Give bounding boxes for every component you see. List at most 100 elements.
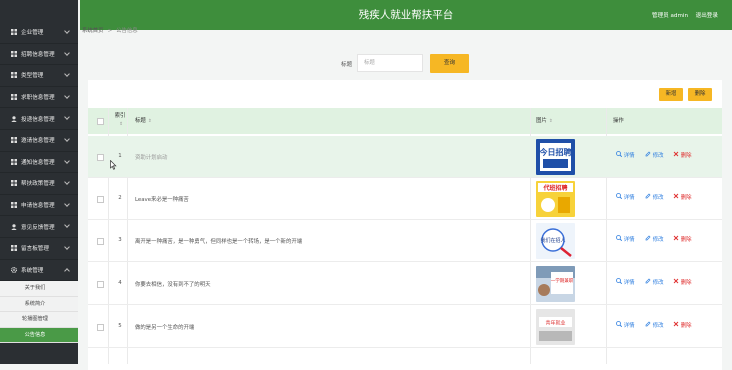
close-icon — [673, 151, 679, 157]
delete-button[interactable]: 删除 — [688, 88, 712, 101]
table-row[interactable]: 1 资助计划启动 详情 修改 删除 — [88, 136, 722, 178]
detail-button[interactable]: 详情 — [616, 321, 635, 329]
sidebar-item-policy[interactable]: 帮扶政策管理 — [0, 173, 78, 195]
grid-icon — [11, 245, 17, 252]
delete-label: 删除 — [680, 195, 692, 201]
row-delete-button[interactable]: 删除 — [673, 151, 692, 159]
row-index: 1 — [118, 153, 122, 159]
edit-icon — [645, 235, 651, 241]
select-all-checkbox[interactable] — [97, 118, 104, 125]
sidebar-subitem-carousel[interactable]: 轮播图管理 — [0, 312, 78, 328]
svg-text:一学期兼职: 一学期兼职 — [551, 277, 574, 284]
row-delete-button[interactable]: 删除 — [673, 193, 692, 201]
row-checkbox[interactable] — [97, 281, 104, 288]
search-input[interactable]: 标题 — [357, 54, 423, 72]
edit-button[interactable]: 修改 — [645, 193, 664, 201]
row-delete-button[interactable]: 删除 — [673, 321, 692, 329]
search-icon — [616, 321, 623, 328]
sidebar-item-notice[interactable]: 通知信息管理 — [0, 152, 78, 174]
search-button[interactable]: 查询 — [430, 54, 469, 73]
row-index: 2 — [118, 195, 122, 201]
grid-icon — [11, 72, 17, 79]
sidebar-item-label: 申请信息管理 — [21, 203, 55, 210]
column-image-label: 图片 — [536, 118, 547, 124]
table-row[interactable]: 3 离开是一种痛苦，是一种勇气，但同样也是一个转场，是一个新的开端 详情 修改 删… — [88, 220, 722, 262]
column-actions: 操作 — [613, 118, 624, 124]
top-header: 残疾人就业帮扶平台 管理员 admin 退出登录 — [80, 0, 732, 30]
search-icon — [616, 235, 623, 242]
table-row[interactable]: 2 Leave来必是一种痛苦 详情 修改 删除 — [88, 178, 722, 220]
detail-label: 详情 — [623, 280, 635, 286]
sidebar: 企业管理 招聘信息管理 类型管理 求职信息管理 投递信息管理 邀请信息管理 通知… — [0, 0, 78, 364]
chevron-down-icon — [64, 244, 70, 250]
column-image[interactable]: 图片 ⇕ — [536, 108, 553, 134]
detail-button[interactable]: 详情 — [616, 235, 635, 243]
close-icon — [673, 321, 679, 327]
row-image: 今日招聘 — [536, 139, 575, 175]
column-title[interactable]: 标题 ⇕ — [135, 108, 152, 134]
sidebar-item-delivery[interactable]: 投递信息管理 — [0, 108, 78, 130]
logout-link[interactable]: 退出登录 — [696, 11, 718, 19]
app-title: 残疾人就业帮扶平台 — [358, 9, 454, 21]
sidebar-item-invite[interactable]: 邀请信息管理 — [0, 130, 78, 152]
table-row[interactable]: 5 做的是另一个生命的开端 详情 修改 删除 — [88, 306, 722, 348]
sidebar-item-label: 留言板管理 — [21, 246, 49, 253]
row-checkbox[interactable] — [97, 154, 104, 161]
edit-button[interactable]: 修改 — [645, 321, 664, 329]
detail-button[interactable]: 详情 — [616, 278, 635, 286]
detail-button[interactable]: 详情 — [616, 193, 635, 201]
sidebar-subitem-notice[interactable]: 公告信息 — [0, 327, 78, 343]
sidebar-item-label: 招聘信息管理 — [21, 51, 55, 58]
add-button[interactable]: 新增 — [659, 88, 683, 101]
sidebar-item-jobseek[interactable]: 求职信息管理 — [0, 87, 78, 109]
sidebar-item-feedback[interactable]: 意见反馈管理 — [0, 216, 78, 238]
table-row[interactable]: 4 你要去相信，没有到不了的明天 详情 修改 删除 — [88, 263, 722, 305]
column-index[interactable]: 索引 ⇕ — [114, 112, 126, 130]
search-label: 标题 — [341, 62, 353, 68]
row-title: 做的是另一个生命的开端 — [135, 325, 195, 331]
chevron-down-icon — [64, 222, 70, 229]
close-icon — [673, 278, 679, 284]
edit-button[interactable]: 修改 — [645, 235, 664, 243]
sidebar-item-enterprise[interactable]: 企业管理 — [0, 22, 78, 44]
chevron-down-icon — [64, 200, 70, 207]
sidebar-subitem-about[interactable]: 关于我们 — [0, 281, 78, 297]
svg-text:代班招聘: 代班招聘 — [542, 184, 567, 192]
detail-label: 详情 — [623, 323, 635, 329]
detail-button[interactable]: 详情 — [616, 151, 635, 159]
edit-label: 修改 — [652, 195, 664, 201]
edit-button[interactable]: 修改 — [645, 151, 664, 159]
sidebar-item-recruit[interactable]: 招聘信息管理 — [0, 44, 78, 66]
sidebar-subitem-intro[interactable]: 系统简介 — [0, 297, 78, 312]
close-icon — [673, 193, 679, 199]
close-icon — [673, 235, 679, 241]
edit-icon — [645, 151, 651, 157]
row-checkbox[interactable] — [97, 196, 104, 203]
chevron-down-icon — [64, 157, 70, 164]
breadcrumb-current: 公告信息 — [116, 28, 138, 34]
row-index: 3 — [118, 237, 122, 243]
search-icon — [616, 151, 623, 158]
edit-label: 修改 — [652, 153, 664, 159]
edit-button[interactable]: 修改 — [645, 278, 664, 286]
delete-label: 删除 — [680, 280, 692, 286]
grid-icon — [11, 137, 17, 144]
row-checkbox[interactable] — [97, 238, 104, 245]
row-image: 我们在招人 — [536, 223, 575, 259]
sidebar-item-label: 系统管理 — [21, 267, 44, 274]
sidebar-item-board[interactable]: 留言板管理 — [0, 238, 78, 260]
grid-icon — [11, 180, 17, 187]
row-checkbox[interactable] — [97, 324, 104, 331]
row-delete-button[interactable]: 删除 — [673, 278, 692, 286]
sidebar-item-label: 帮扶政策管理 — [21, 181, 55, 188]
sidebar-item-types[interactable]: 类型管理 — [0, 65, 78, 87]
sidebar-submenu-system: 关于我们 系统简介 轮播图管理 公告信息 — [0, 281, 78, 343]
sidebar-item-system[interactable]: 系统管理 — [0, 260, 78, 282]
grid-icon — [11, 50, 17, 57]
sidebar-item-apply[interactable]: 申请信息管理 — [0, 195, 78, 217]
delete-label: 删除 — [680, 237, 692, 243]
chevron-down-icon — [64, 28, 70, 34]
row-delete-button[interactable]: 删除 — [673, 235, 692, 243]
breadcrumb-home[interactable]: 系统首页 — [82, 28, 104, 34]
row-index: 5 — [118, 323, 122, 329]
